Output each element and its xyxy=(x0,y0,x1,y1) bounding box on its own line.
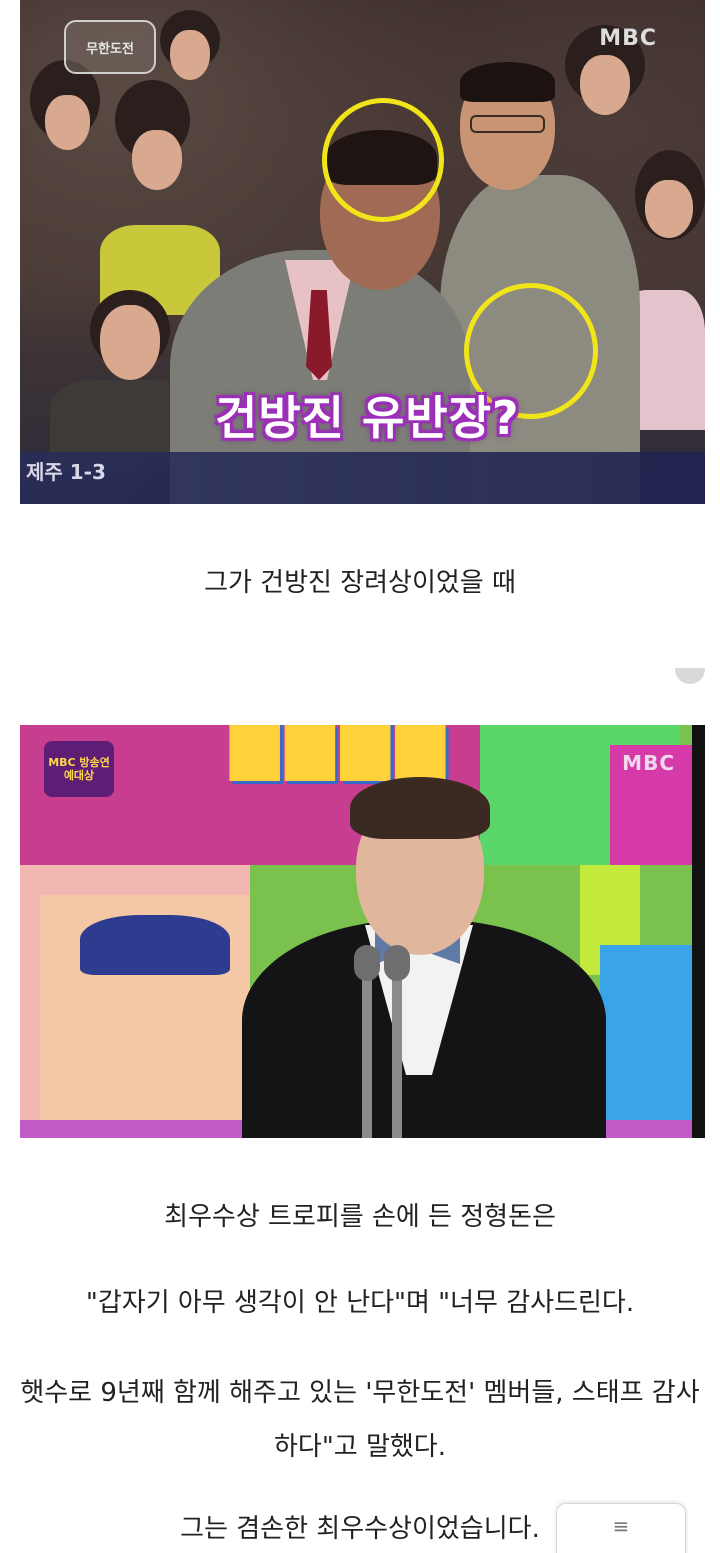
broadcaster-logo: MBC xyxy=(599,26,657,51)
menu-icon: ≡ xyxy=(612,1514,630,1538)
show-logo: 무한도전 xyxy=(64,20,156,74)
backdrop-panel xyxy=(80,915,230,975)
paragraph: "갑자기 아무 생각이 안 난다"며 "너무 감사드린다. xyxy=(85,1288,635,1318)
microphone-icon xyxy=(354,945,380,981)
photo-award-ceremony: ▇▆▇▆ MBC MBC 방송연예대상 xyxy=(20,725,705,1138)
audience-face xyxy=(45,95,90,150)
broadcaster-logo: MBC xyxy=(622,751,675,775)
glasses xyxy=(470,115,545,133)
mural-letters: ▇▆▇▆ xyxy=(230,725,451,781)
region-label: 제주 1-3 xyxy=(26,460,106,484)
floating-menu-button[interactable]: ≡ xyxy=(556,1503,686,1553)
photo-studio-audience: 건방진 유반장? 제주 1-3 MBC 무한도전 xyxy=(20,0,705,504)
person-hair xyxy=(350,777,490,839)
man-standing-hair xyxy=(460,62,555,102)
audience-face xyxy=(580,55,630,115)
highlight-circle-head xyxy=(322,98,444,222)
audience-face xyxy=(100,305,160,380)
backdrop-panel xyxy=(692,725,705,1138)
scroll-indicator xyxy=(675,668,705,684)
paragraph: 그가 건방진 장려상이었을 때 xyxy=(204,568,516,598)
paragraph: 햇수로 9년째 함께 해주고 있는 '무한도전' 멤버들, 스태프 감사하다"고… xyxy=(20,1378,700,1462)
backdrop-panel xyxy=(600,945,700,1138)
image-caption: 건방진 유반장? xyxy=(215,391,520,445)
audience-face xyxy=(132,130,182,190)
audience-face xyxy=(170,30,210,80)
microphone-icon xyxy=(384,945,410,981)
show-logo: MBC 방송연예대상 xyxy=(44,741,114,797)
paragraph: 최우수상 트로피를 손에 든 정형돈은 xyxy=(164,1202,556,1232)
audience-face xyxy=(645,180,693,238)
caption-strip xyxy=(20,452,705,504)
